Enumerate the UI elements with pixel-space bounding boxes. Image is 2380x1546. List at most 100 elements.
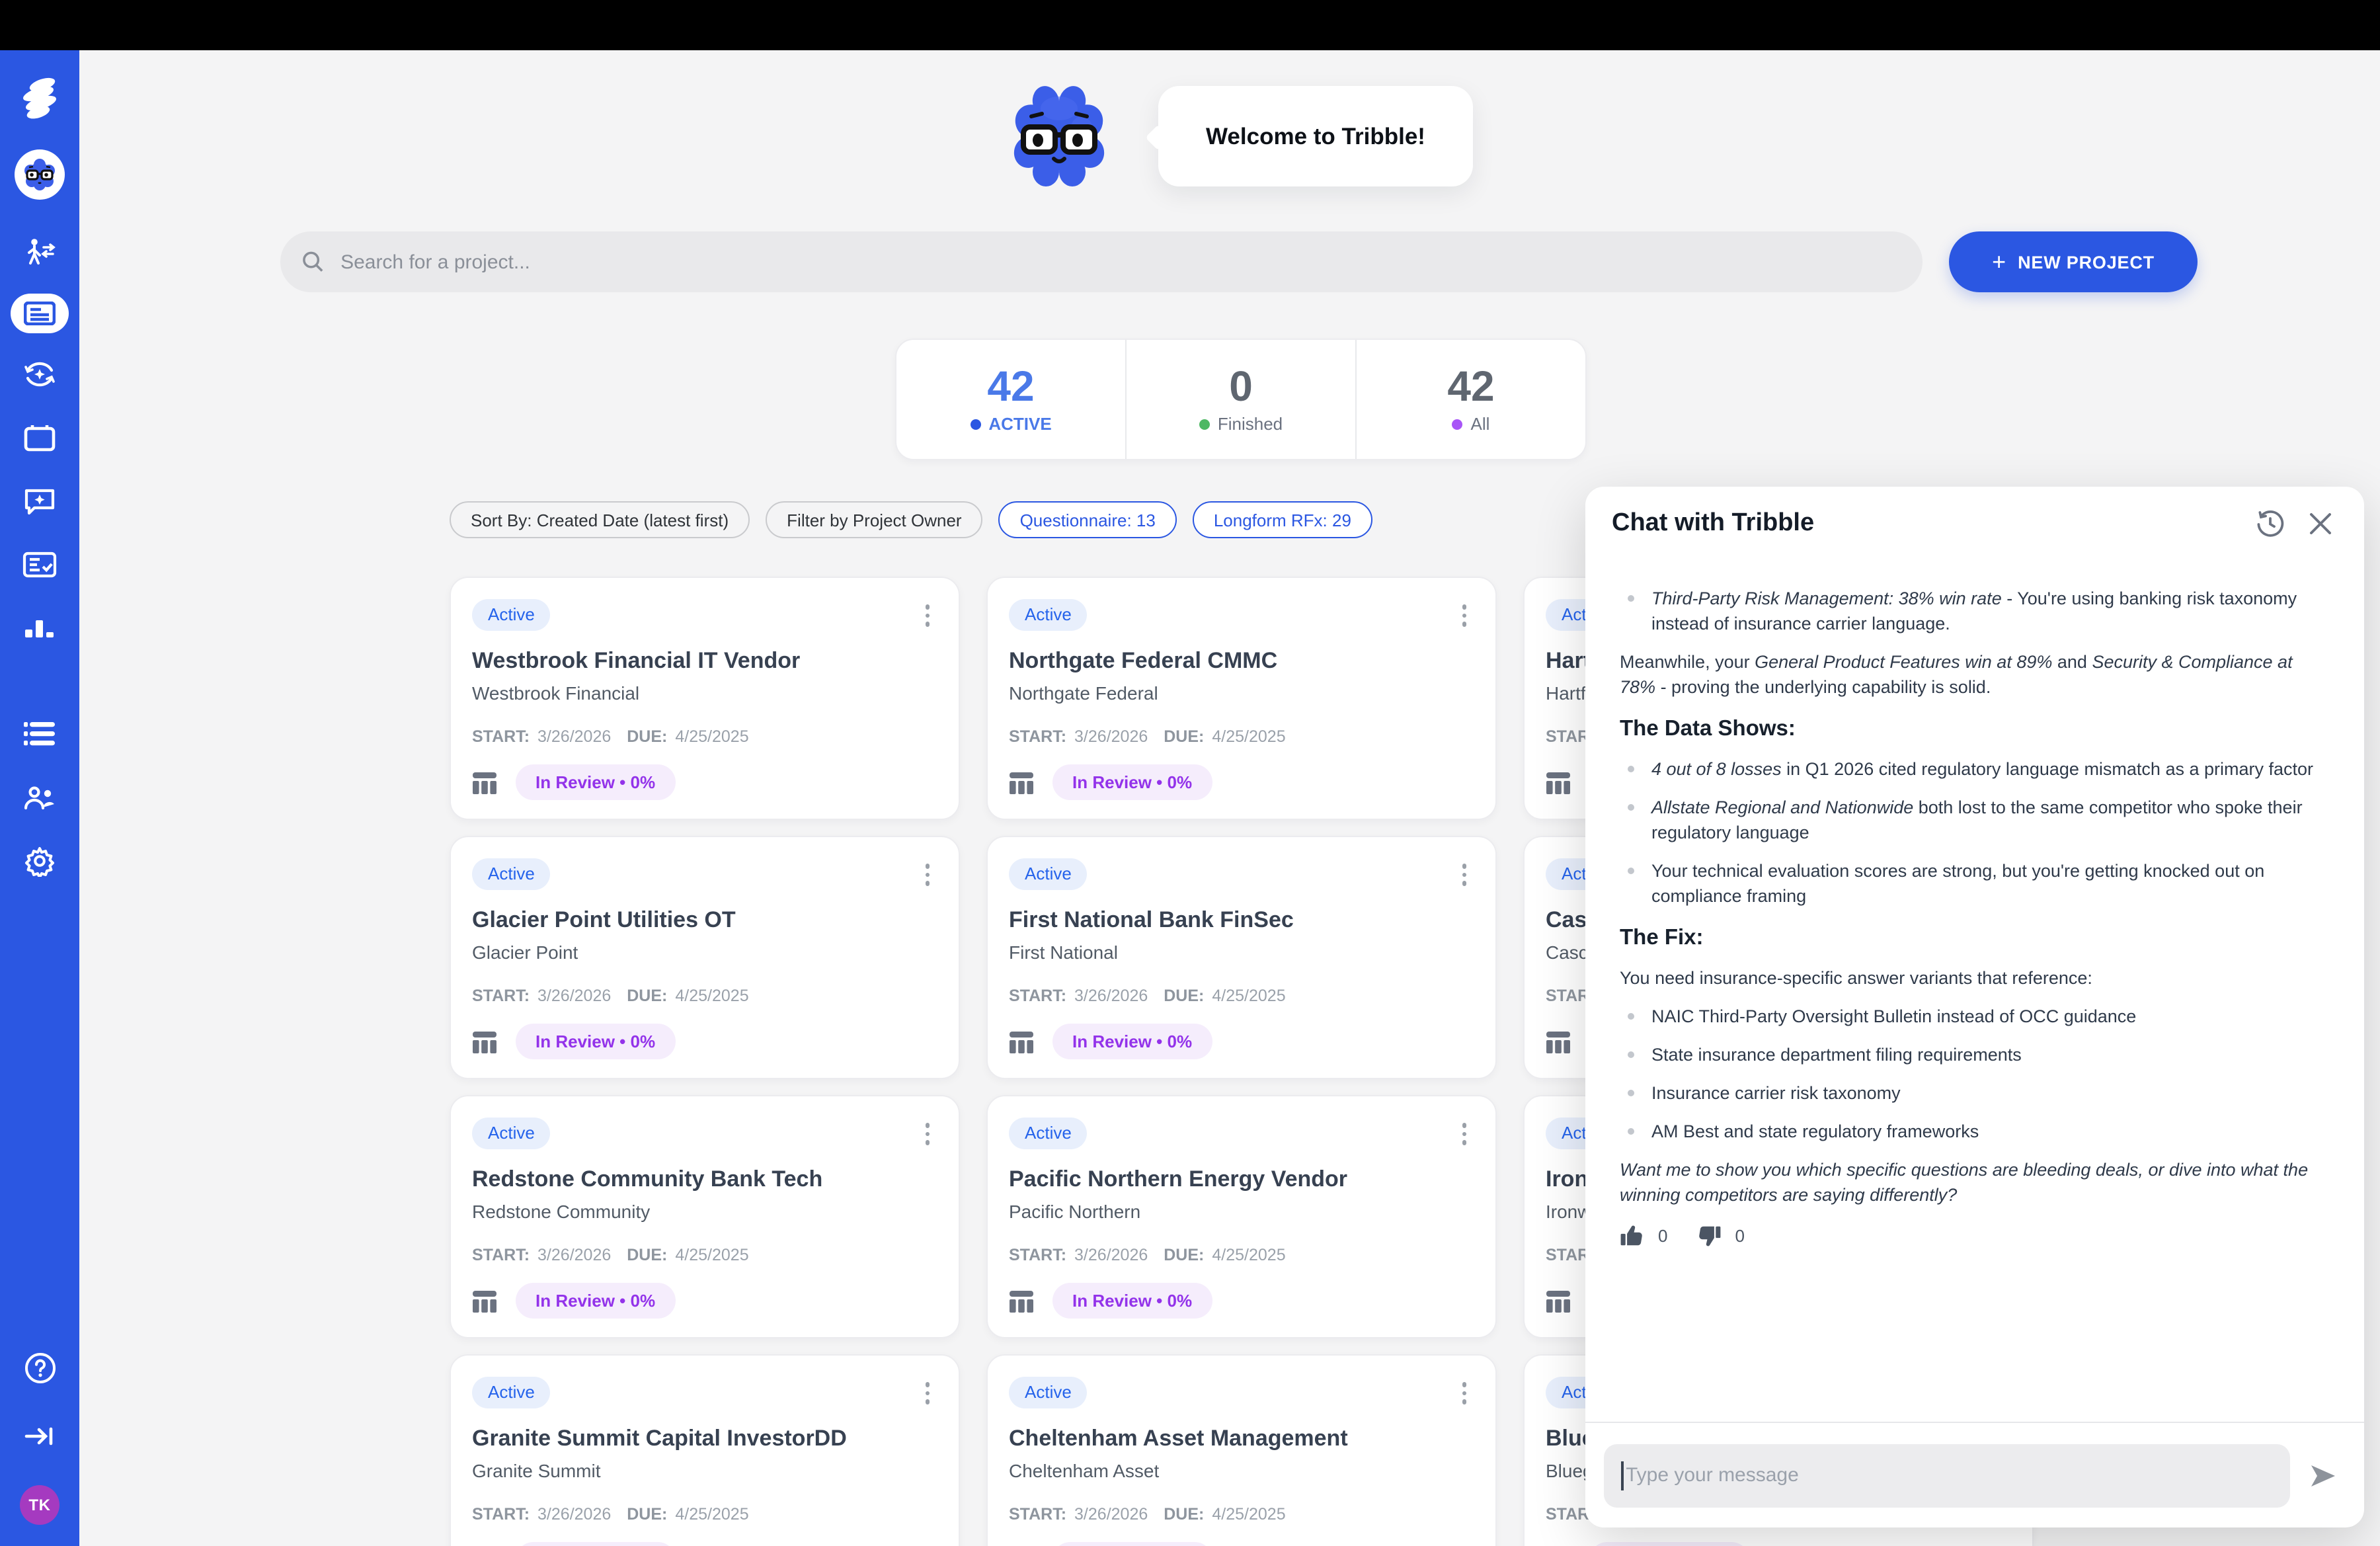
finished-dot bbox=[1199, 419, 1210, 429]
projects-icon bbox=[24, 302, 56, 325]
welcome-bubble: Welcome to Tribble! bbox=[1158, 86, 1473, 186]
all-dot bbox=[1452, 419, 1463, 429]
project-client: Pacific Northern bbox=[1009, 1198, 1474, 1225]
analytics-icon bbox=[24, 615, 56, 641]
status-badge: Active bbox=[1009, 1377, 1088, 1408]
calendar-icon bbox=[24, 423, 56, 452]
table-icon bbox=[1546, 1030, 1571, 1053]
kebab-menu-icon[interactable] bbox=[917, 858, 937, 891]
project-card[interactable]: Active Glacier Point Utilities OT Glacie… bbox=[450, 836, 960, 1079]
stat-all-label: All bbox=[1452, 414, 1490, 434]
new-project-label: NEW PROJECT bbox=[2018, 252, 2155, 272]
mascot-avatar-circle bbox=[15, 149, 65, 200]
project-search[interactable] bbox=[280, 231, 1923, 292]
agent-workflow-icon bbox=[22, 237, 57, 268]
project-card[interactable]: Active Pacific Northern Energy Vendor Pa… bbox=[986, 1095, 1497, 1338]
sidebar-item-settings[interactable] bbox=[13, 838, 66, 883]
status-badge: Active bbox=[1009, 858, 1088, 889]
project-card[interactable]: Active Cheltenham Asset Management Chelt… bbox=[986, 1354, 1497, 1546]
thumbs-down-button[interactable] bbox=[1696, 1223, 1722, 1248]
sidebar-item-analytics[interactable] bbox=[13, 606, 66, 651]
chat-bullet-list: Third-Party Risk Management: 38% win rat… bbox=[1620, 586, 2330, 636]
active-dot bbox=[970, 419, 980, 429]
chat-panel: Chat with Tribble Third-Party Risk Manag… bbox=[1585, 487, 2364, 1527]
sync-icon bbox=[22, 357, 57, 391]
thumbs-up-button[interactable] bbox=[1620, 1223, 1645, 1248]
help-button[interactable] bbox=[13, 1345, 66, 1390]
user-avatar[interactable]: TK bbox=[13, 1483, 66, 1527]
mascot-avatar[interactable] bbox=[13, 148, 66, 201]
send-button[interactable] bbox=[2301, 1453, 2346, 1498]
table-icon bbox=[1009, 1030, 1034, 1053]
project-card[interactable]: Active First National Bank FinSec First … bbox=[986, 836, 1497, 1079]
tribble-logo[interactable] bbox=[13, 71, 66, 124]
logout-button[interactable] bbox=[13, 1414, 66, 1459]
chat-history-button[interactable] bbox=[2253, 507, 2287, 541]
stat-active-value: 42 bbox=[987, 365, 1034, 407]
review-checklist-icon bbox=[22, 551, 57, 578]
settings-gear-icon bbox=[24, 845, 56, 877]
project-card[interactable]: Active Westbrook Financial IT Vendor Wes… bbox=[450, 577, 960, 820]
stat-active[interactable]: 42 ACTIVE bbox=[896, 340, 1125, 459]
sort-by-chip[interactable]: Sort By: Created Date (latest first) bbox=[450, 501, 750, 538]
longform-rfx-chip[interactable]: Longform RFx: 29 bbox=[1193, 501, 1372, 538]
chat-bullet: AM Best and state regulatory frameworks bbox=[1620, 1119, 2330, 1144]
sidebar-item-review[interactable] bbox=[13, 542, 66, 587]
app-root: TK bbox=[0, 0, 2380, 1546]
project-dates: START:3/26/2026 DUE:4/25/2025 bbox=[472, 727, 937, 746]
chat-input[interactable] bbox=[1623, 1463, 2273, 1488]
kebab-menu-icon[interactable] bbox=[1454, 858, 1474, 891]
search-input[interactable] bbox=[338, 249, 1901, 274]
chat-bullet: State insurance department filing requir… bbox=[1620, 1042, 2330, 1067]
sidebar-item-chat[interactable] bbox=[13, 479, 66, 524]
kebab-menu-icon[interactable] bbox=[1454, 1377, 1474, 1409]
project-card[interactable]: Active Northgate Federal CMMC Northgate … bbox=[986, 577, 1497, 820]
help-icon bbox=[23, 1351, 56, 1384]
sidebar-item-calendar[interactable] bbox=[13, 415, 66, 460]
chat-heading: The Data Shows: bbox=[1620, 715, 2330, 743]
project-title: Northgate Federal CMMC bbox=[1009, 647, 1474, 676]
status-badge: Active bbox=[472, 1377, 551, 1408]
kebab-menu-icon[interactable] bbox=[917, 1118, 937, 1150]
kebab-menu-icon[interactable] bbox=[917, 1377, 937, 1409]
project-dates: START:3/26/2026 DUE:4/25/2025 bbox=[1009, 987, 1474, 1005]
sidebar-item-agent[interactable] bbox=[13, 230, 66, 275]
kebab-menu-icon[interactable] bbox=[1454, 1118, 1474, 1150]
chat-message-area[interactable]: Third-Party Risk Management: 38% win rat… bbox=[1585, 561, 2364, 1422]
chat-bullet: Insurance carrier risk taxonomy bbox=[1620, 1080, 2330, 1106]
questionnaire-chip[interactable]: Questionnaire: 13 bbox=[999, 501, 1177, 538]
chat-close-button[interactable] bbox=[2303, 507, 2338, 541]
sidebar-item-projects[interactable] bbox=[11, 294, 69, 333]
thumbs-up-count: 0 bbox=[1658, 1226, 1667, 1246]
project-card[interactable]: Active Granite Summit Capital InvestorDD… bbox=[450, 1354, 960, 1546]
progress-pill: In Review • 0% bbox=[1052, 1283, 1212, 1319]
sidebar-item-content[interactable] bbox=[13, 712, 66, 756]
project-client: Redstone Community bbox=[472, 1198, 937, 1225]
chat-heading: The Fix: bbox=[1620, 924, 2330, 952]
project-client: Glacier Point bbox=[472, 939, 937, 965]
stat-finished[interactable]: 0 Finished bbox=[1125, 340, 1355, 459]
stat-all[interactable]: 42 All bbox=[1355, 340, 1585, 459]
mascot-face-icon bbox=[20, 155, 60, 194]
project-card[interactable]: Active Redstone Community Bank Tech Reds… bbox=[450, 1095, 960, 1338]
table-icon bbox=[1009, 1289, 1034, 1313]
chat-input-box[interactable] bbox=[1604, 1444, 2290, 1507]
chat-footer bbox=[1585, 1422, 2364, 1527]
kebab-menu-icon[interactable] bbox=[1454, 599, 1474, 631]
project-client: Northgate Federal bbox=[1009, 680, 1474, 706]
project-title: First National Bank FinSec bbox=[1009, 906, 1474, 935]
chat-bullet: 4 out of 8 losses in Q1 2026 cited regul… bbox=[1620, 756, 2330, 782]
stat-finished-label: Finished bbox=[1199, 414, 1283, 434]
status-badge: Active bbox=[1009, 1118, 1088, 1149]
filter-owner-chip[interactable]: Filter by Project Owner bbox=[766, 501, 982, 538]
user-initials: TK bbox=[20, 1485, 60, 1525]
project-client: Westbrook Financial bbox=[472, 680, 937, 706]
chat-title: Chat with Tribble bbox=[1612, 509, 2237, 538]
sidebar-item-sync[interactable] bbox=[13, 352, 66, 397]
project-dates: START:3/26/2026 DUE:4/25/2025 bbox=[472, 1246, 937, 1264]
thumbs-down-count: 0 bbox=[1735, 1226, 1744, 1246]
kebab-menu-icon[interactable] bbox=[917, 599, 937, 631]
new-project-button[interactable]: + NEW PROJECT bbox=[1949, 231, 2198, 292]
sidebar-item-people[interactable] bbox=[13, 775, 66, 820]
chat-bullet-list: NAIC Third-Party Oversight Bulletin inst… bbox=[1620, 1004, 2330, 1144]
